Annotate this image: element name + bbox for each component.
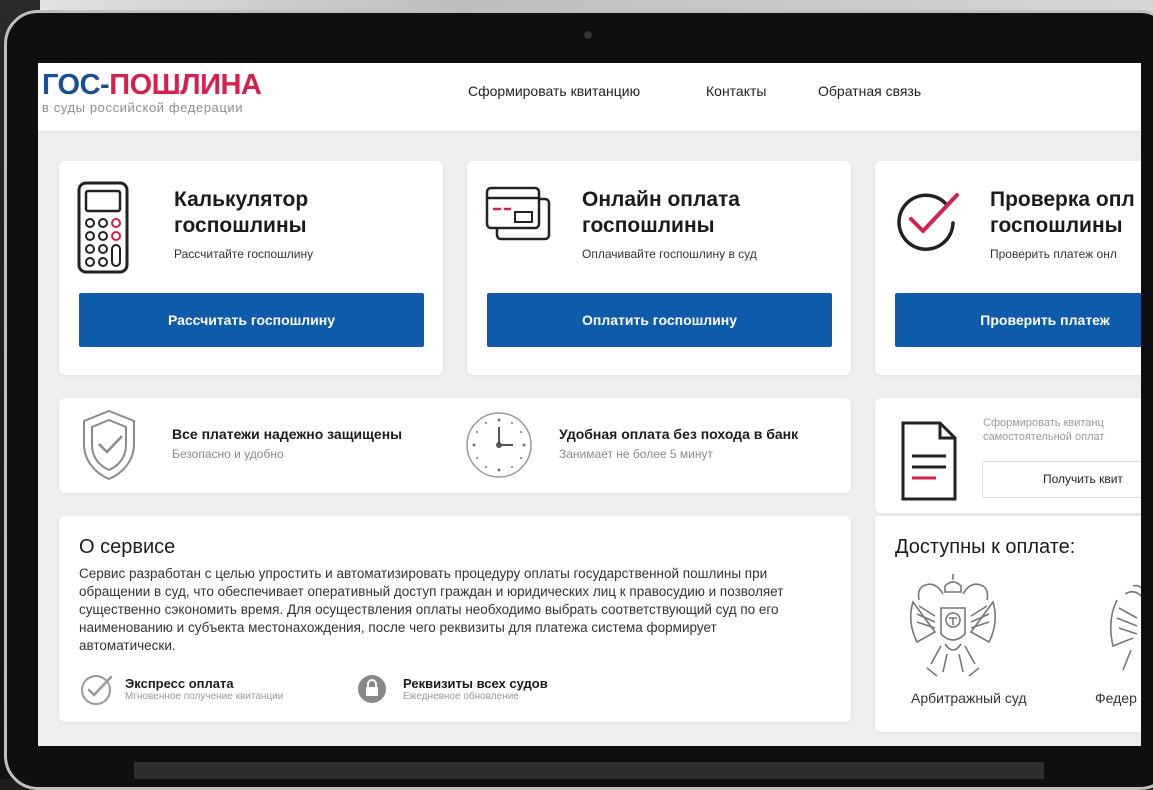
check-circle-icon	[81, 675, 113, 705]
card-calculator: Калькулятор госпошлины Рассчитайте госпо…	[59, 161, 443, 375]
site-header: ГОС-ПОШЛИНА в суды российской федерации …	[38, 63, 1141, 131]
nav-form-receipt[interactable]: Сформировать квитанцию	[468, 83, 640, 99]
features-strip: Все платежи надежно защищены Безопасно и…	[59, 398, 851, 493]
lock-icon	[358, 675, 386, 703]
browser-viewport: ГОС-ПОШЛИНА в суды российской федерации …	[38, 63, 1141, 746]
feature-title: Удобная оплата без похода в банк	[559, 426, 799, 442]
about-title: О сервисе	[79, 536, 176, 558]
get-receipt-button[interactable]: Получить квит	[982, 461, 1141, 498]
requisites-title: Реквизиты всех судов	[403, 676, 548, 691]
shield-check-icon	[83, 409, 135, 481]
laptop-base	[134, 762, 1044, 779]
credit-card-icon	[485, 186, 551, 241]
about-text: Сервис разработан с целью упростить и ав…	[79, 566, 784, 653]
card-payment-check: Проверка опл госпошлины Проверить платеж…	[875, 161, 1141, 375]
clock-icon	[466, 412, 532, 478]
check-payment-button[interactable]: Проверить платеж	[895, 293, 1141, 347]
logo-tagline: в суды российской федерации	[42, 100, 244, 115]
card-subtitle: Оплачивайте госпошлину в суд	[582, 247, 757, 261]
card-subtitle: Проверить платеж онл	[990, 247, 1117, 261]
calculator-icon	[77, 181, 129, 274]
federal-court-emblem-icon[interactable]	[1103, 580, 1141, 676]
card-title: Проверка опл госпошлины	[990, 188, 1135, 237]
site-logo[interactable]: ГОС-ПОШЛИНА в суды российской федерации	[42, 69, 262, 115]
receipt-card: Сформировать квитанц самостоятельной опл…	[875, 398, 1141, 513]
available-title: Доступны к оплате:	[895, 536, 1076, 558]
calculate-fee-button[interactable]: Рассчитать госпошлину	[79, 293, 424, 347]
card-online-payment: Онлайн оплата госпошлины Оплачивайте гос…	[467, 161, 851, 375]
card-title: Калькулятор госпошлины	[174, 188, 309, 237]
document-icon	[901, 421, 957, 501]
nav-contacts[interactable]: Контакты	[706, 83, 766, 99]
check-circle-icon	[897, 193, 959, 251]
receipt-text: Сформировать квитанц самостоятельной опл…	[983, 417, 1105, 443]
feature-title: Все платежи надежно защищены	[172, 426, 403, 442]
card-subtitle: Рассчитайте госпошлину	[174, 247, 314, 261]
arbitration-court-emblem-icon[interactable]	[905, 572, 1001, 682]
express-title: Экспресс оплата	[125, 676, 234, 691]
nav-feedback[interactable]: Обратная связь	[818, 83, 921, 99]
card-title: Онлайн оплата госпошлины	[582, 188, 740, 237]
express-subtitle: Мгновенное получение квитанции	[125, 691, 284, 702]
feature-subtitle: Занимает не более 5 минут	[559, 447, 713, 461]
court-label: Федер	[1095, 690, 1137, 706]
webcam	[584, 31, 592, 39]
available-courts-card: Доступны к оплате: Арбитражный суд Федер	[875, 516, 1141, 732]
requisites-subtitle: Ежедневное обновление	[403, 691, 519, 702]
pay-fee-button[interactable]: Оплатить госпошлину	[487, 293, 832, 347]
court-label: Арбитражный суд	[911, 690, 1027, 706]
about-card: О сервисе Сервис разработан с целью упро…	[59, 516, 851, 722]
feature-subtitle: Безопасно и удобно	[172, 447, 284, 461]
logo-part-gos: ГОС-	[42, 69, 110, 101]
logo-part-poshlina: ПОШЛИНА	[109, 69, 262, 101]
